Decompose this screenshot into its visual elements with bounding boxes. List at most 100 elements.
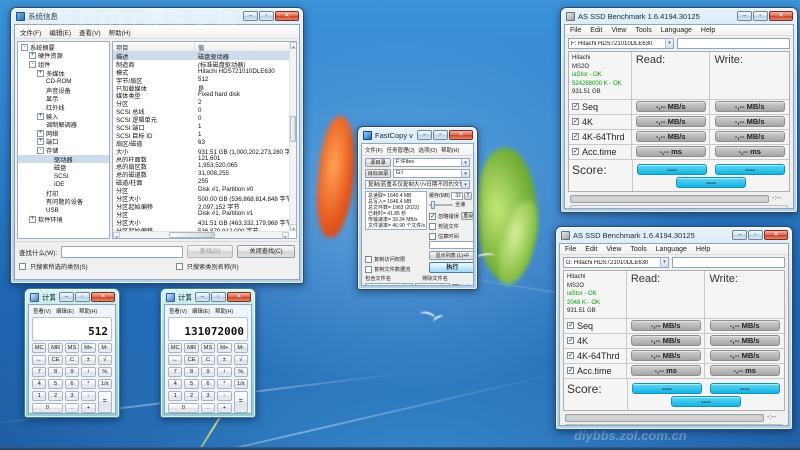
scroll-track[interactable] — [290, 49, 296, 224]
calc-key-2[interactable]: 2 — [48, 391, 63, 401]
tree-item-多媒体[interactable]: + 多媒体 — [18, 69, 109, 78]
chevron-down-icon[interactable]: ▾ — [461, 158, 469, 166]
tree-item-端口[interactable]: + 端口 — [18, 138, 109, 146]
benchmark-name-field[interactable] — [672, 257, 785, 268]
dest-dir-button[interactable]: 目标目录 — [365, 168, 391, 178]
tree-item-组件[interactable]: - 组件 — [18, 60, 109, 69]
expand-icon[interactable]: - — [21, 43, 28, 51]
calc-key-±[interactable]: ± — [217, 355, 232, 365]
read-result-button[interactable]: -,-- MB/s — [630, 350, 701, 362]
total-score-button[interactable]: ---- — [676, 176, 746, 188]
minimize-button[interactable]: – — [737, 11, 752, 21]
table-row[interactable]: 总的柱面数 121,601 — [113, 155, 289, 163]
read-result-button[interactable]: -,-- MB/s — [635, 116, 706, 128]
fc-right-option-2-checkbox[interactable] — [429, 233, 436, 240]
speed-slider[interactable] — [429, 200, 453, 209]
write-result-button[interactable]: -,-- MB/s — [714, 131, 785, 143]
table-row[interactable]: 总的扇区数 1,953,520,065 — [113, 162, 289, 170]
calc-key--[interactable]: - — [81, 391, 96, 401]
source-dir-combo[interactable]: F:\Files ▾ — [393, 157, 470, 167]
asssd2-menu-0[interactable]: File — [565, 246, 576, 253]
tree-item-存储[interactable]: - 存储 — [18, 146, 109, 155]
test-checkbox-Seq[interactable] — [567, 321, 574, 330]
table-row[interactable]: 字节/扇区 512 — [113, 76, 289, 84]
test-checkbox-4K[interactable] — [572, 117, 579, 126]
asssd1-menu-0[interactable]: File — [570, 27, 581, 34]
read-result-button[interactable]: -,-- ms — [630, 365, 701, 377]
execute-button[interactable]: 执行 — [429, 262, 473, 273]
tree-item-调制解调器[interactable]: 调制解调器 — [18, 120, 109, 129]
calc-key--[interactable]: - — [217, 391, 232, 401]
asssd-titlebar[interactable]: AS SSD Benchmark 1.6.4194.30125 – ▫ ✕ — [556, 227, 792, 242]
scroll-thumb[interactable] — [290, 115, 296, 142]
test-checkbox-Acc.time[interactable] — [572, 147, 579, 156]
write-score-button[interactable]: ---- — [715, 163, 785, 175]
calc-key-/[interactable]: / — [81, 367, 96, 377]
tree-item-IDE[interactable]: IDE — [18, 181, 109, 190]
table-row[interactable]: 总的磁道数 31,008,255 — [113, 170, 289, 178]
table-row[interactable]: 分区大小 500.00 GB (536,868,814,848 字节) — [113, 194, 289, 202]
read-score-button[interactable]: ---- — [637, 163, 707, 175]
table-row[interactable]: 媒体类型 Fixed hard disk — [113, 91, 289, 99]
calc-key-MR[interactable]: MR — [184, 343, 199, 353]
fastcopy-menu-1[interactable]: 任务管理(J) — [387, 146, 415, 154]
calc-key-√[interactable]: √ — [97, 355, 112, 365]
calc-key-0[interactable]: 0 — [32, 403, 63, 413]
calculator-titlebar[interactable]: 计算器–▫✕ — [161, 289, 255, 304]
calc-key-%[interactable]: % — [97, 367, 112, 377]
maximize-button[interactable]: ▫ — [211, 292, 226, 302]
calc-key-M+[interactable]: M+ — [217, 343, 232, 353]
scroll-up-icon[interactable]: ▴ — [290, 42, 296, 49]
calc-key-1[interactable]: 1 — [32, 391, 47, 401]
calc-key-%[interactable]: % — [233, 367, 248, 377]
tree-item-软件环境[interactable]: + 软件环境 — [18, 215, 109, 224]
table-row[interactable]: 已加载媒体 是 — [113, 84, 289, 92]
calc-key-0[interactable]: 0 — [168, 403, 199, 413]
write-score-button[interactable]: ---- — [710, 382, 780, 394]
read-result-button[interactable]: -,-- MB/s — [635, 131, 706, 143]
expand-icon[interactable]: + — [37, 129, 44, 137]
search-selected-categories-checkbox[interactable] — [19, 263, 26, 270]
calc2-menu-1[interactable]: 编辑(E) — [192, 307, 210, 315]
scroll-track[interactable] — [120, 232, 282, 238]
verify-field[interactable] — [429, 241, 473, 249]
speed-slider-thumb[interactable] — [431, 200, 435, 209]
table-row[interactable]: SCSI 端口 1 — [113, 123, 289, 131]
tree-item-磁盘[interactable]: 磁盘 — [18, 163, 109, 172]
minimize-button[interactable]: – — [243, 11, 258, 21]
calc-key-6[interactable]: 6 — [200, 379, 216, 389]
calc-key-+[interactable]: + — [81, 403, 96, 413]
calc-key-1[interactable]: 1 — [168, 391, 183, 401]
test-checkbox-Acc.time[interactable] — [567, 366, 574, 375]
copy-mode-combo[interactable]: 复制(若重名仅复制大小/日期不同的文件) ▾ — [365, 179, 470, 189]
table-row[interactable]: 分区 2 — [113, 99, 289, 107]
test-checkbox-4K-64Thrd[interactable] — [567, 351, 574, 360]
close-button[interactable]: ✕ — [449, 130, 473, 140]
tree-item-驱动器[interactable]: 驱动器 — [18, 154, 109, 164]
test-checkbox-4K[interactable] — [567, 336, 574, 345]
horizontal-scrollbar[interactable]: ◂ ▸ — [113, 231, 289, 238]
calc-key-M-[interactable]: M- — [233, 343, 248, 353]
benchmark-name-field[interactable] — [677, 38, 790, 49]
expand-icon[interactable]: - — [29, 60, 36, 68]
scroll-thumb[interactable] — [168, 232, 215, 238]
calc-key-←[interactable]: ← — [32, 355, 47, 365]
reset-button[interactable]: 重设 — [460, 212, 473, 220]
test-checkbox-4K-64Thrd[interactable] — [572, 132, 579, 141]
calc-key-6[interactable]: 6 — [64, 379, 80, 389]
maximize-button[interactable]: ▫ — [748, 230, 763, 240]
calc-key-7[interactable]: 7 — [32, 367, 47, 377]
chevron-down-icon[interactable]: ▾ — [660, 258, 668, 267]
tree-item-网络[interactable]: + 网络 — [18, 129, 109, 138]
calc-key-1/x[interactable]: 1/x — [97, 379, 112, 389]
table-row[interactable]: 分区大小 431.51 GB (463,332,179,968 字节) — [113, 218, 289, 226]
include-filter-combo[interactable]: ▾ — [365, 283, 414, 285]
calc-key-.[interactable]: . — [64, 403, 80, 413]
calculator-titlebar[interactable]: 计算器–▫✕ — [25, 289, 119, 304]
calc-key-MS[interactable]: MS — [64, 343, 80, 353]
asssd2-menu-5[interactable]: Help — [696, 246, 710, 253]
calc-key-CE[interactable]: CE — [184, 355, 199, 365]
tree-item-有问题的设备[interactable]: 有问题的设备 — [18, 198, 109, 206]
help-button[interactable]: ? — [463, 191, 472, 200]
write-result-button[interactable]: -,-- ms — [709, 365, 780, 377]
